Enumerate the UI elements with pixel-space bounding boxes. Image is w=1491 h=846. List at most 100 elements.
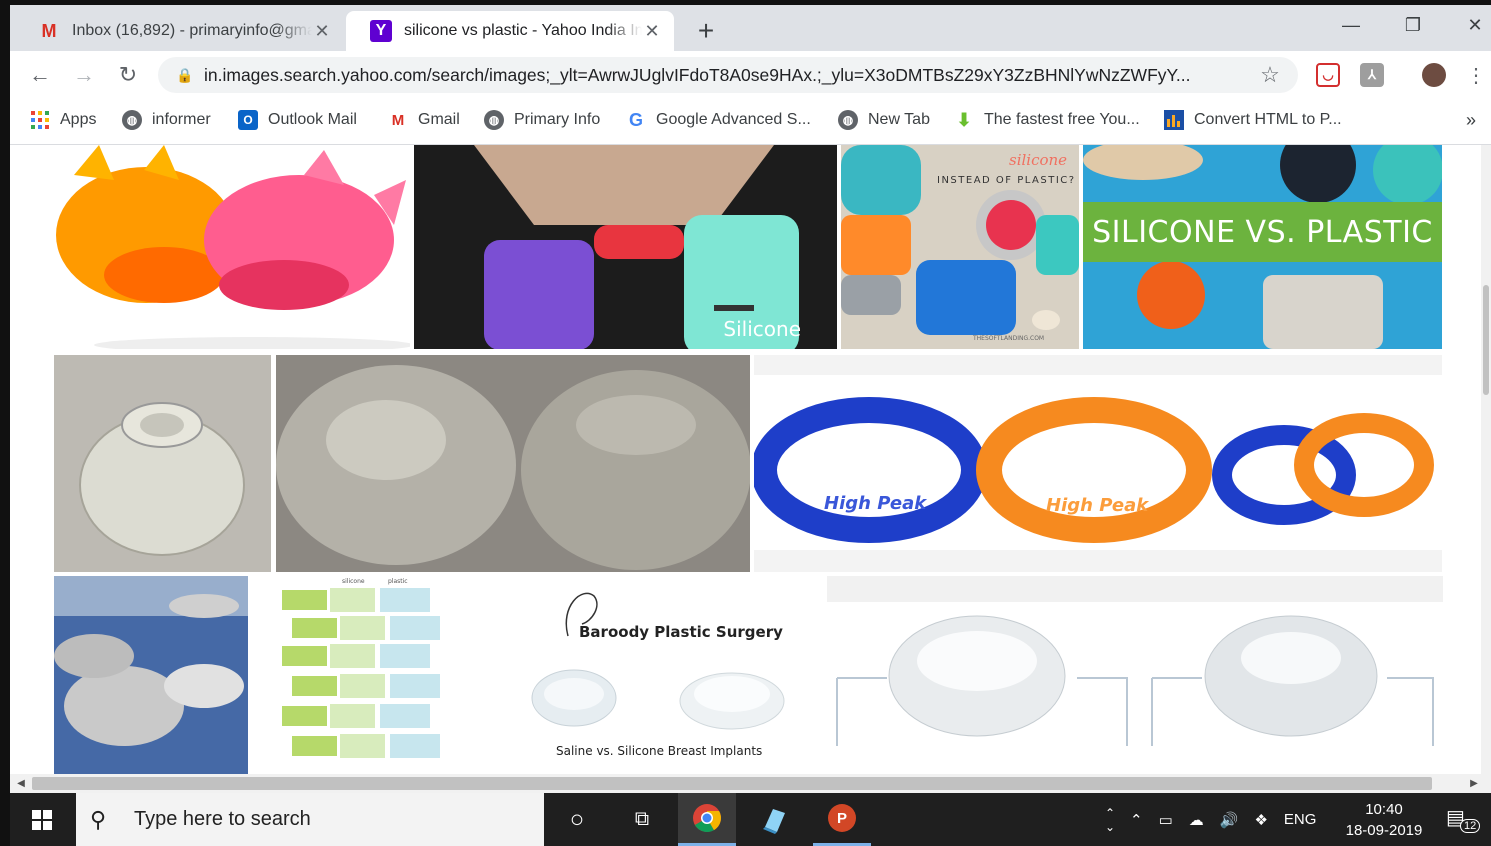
- tab-title: silicone vs plastic - Yahoo India Image …: [404, 22, 642, 39]
- dropbox-icon[interactable]: ❖: [1254, 811, 1267, 829]
- clock-time: 10:40: [1365, 801, 1403, 818]
- url-text[interactable]: in.images.search.yahoo.com/search/images…: [204, 65, 1256, 86]
- globe-icon: ◍: [838, 110, 858, 130]
- result-silicone-containers[interactable]: silicone INSTEAD OF PLASTIC? THESOFTLAND…: [841, 145, 1079, 349]
- battery-icon[interactable]: ▭: [1159, 811, 1173, 829]
- bookmark-outlook-mail[interactable]: O Outlook Mail: [238, 109, 357, 131]
- tab-strip: M Inbox (16,892) - primaryinfo@gmail.com…: [10, 5, 1491, 51]
- volume-icon[interactable]: 🔊: [1220, 811, 1239, 829]
- windows-taskbar: ⚲ Type here to search ○ ⧉ P ⌃ ⌄ ⌃ ▭ ☁ 🔊 ❖…: [10, 793, 1491, 846]
- chart-icon: [1164, 110, 1184, 130]
- new-tab-button[interactable]: +: [690, 15, 722, 47]
- result-implant-back[interactable]: [54, 355, 271, 572]
- result-silicone-vs-plastic-banner[interactable]: SILICONE VS. PLASTIC: [1083, 145, 1442, 349]
- vertical-scroll-thumb[interactable]: [1483, 285, 1489, 395]
- taskbar-scroll-icon[interactable]: ⌃ ⌄: [1100, 793, 1120, 846]
- result-baroody-implants[interactable]: Baroody Plastic Surgery Saline vs. Silic…: [482, 576, 826, 774]
- vertical-scrollbar[interactable]: [1481, 145, 1491, 774]
- profile-avatar[interactable]: [1422, 63, 1446, 87]
- bookmark-label: Primary Info: [514, 111, 601, 128]
- chrome-taskbar-icon[interactable]: [678, 793, 736, 846]
- bookmark-apps[interactable]: Apps: [30, 109, 96, 131]
- image-caption: INSTEAD OF PLASTIC?: [937, 175, 1076, 186]
- bookmark-fastest-free[interactable]: ⬇ The fastest free You...: [954, 109, 1140, 131]
- forward-button[interactable]: →: [68, 59, 100, 91]
- show-hidden-icons-icon[interactable]: ⌃: [1130, 811, 1143, 829]
- bookmark-convert-html[interactable]: Convert HTML to P...: [1164, 109, 1342, 131]
- browser-toolbar: ← → ↻ 🔒 in.images.search.yahoo.com/searc…: [10, 51, 1491, 99]
- restore-button[interactable]: ❐: [1382, 5, 1444, 45]
- clock[interactable]: 10:40 18-09-2019: [1336, 799, 1432, 841]
- back-button[interactable]: ←: [24, 59, 56, 91]
- lock-icon: 🔒: [176, 66, 194, 83]
- onedrive-icon[interactable]: ☁: [1189, 811, 1204, 829]
- result-implants-pair[interactable]: [276, 355, 750, 572]
- minimize-button[interactable]: —: [1320, 5, 1382, 45]
- image-caption: silicone: [1009, 151, 1068, 169]
- banner-strip: SILICONE VS. PLASTIC: [1083, 202, 1442, 262]
- browser-menu-icon[interactable]: ⋮: [1460, 59, 1491, 91]
- bookmark-google-advanced[interactable]: G Google Advanced S...: [626, 109, 811, 131]
- horizontal-scrollbar[interactable]: ◀ ▶: [10, 774, 1491, 793]
- image-caption: Silicone: [723, 317, 801, 341]
- result-phone-cases[interactable]: Silicone: [414, 145, 837, 349]
- gmail-icon: M: [41, 20, 57, 41]
- language-indicator[interactable]: ENG: [1284, 811, 1317, 828]
- bookmark-new-tab[interactable]: ◍ New Tab: [838, 109, 930, 131]
- bookmark-label: Convert HTML to P...: [1194, 111, 1342, 128]
- scroll-left-arrow[interactable]: ◀: [14, 776, 28, 790]
- start-button[interactable]: [10, 793, 74, 846]
- download-icon: ⬇: [956, 109, 972, 130]
- globe-icon: ◍: [122, 110, 142, 130]
- reload-button[interactable]: ↻: [112, 59, 144, 91]
- bookmark-star-icon[interactable]: ☆: [1256, 62, 1284, 88]
- result-implants-diagram[interactable]: [827, 576, 1443, 774]
- bookmark-label: The fastest free You...: [984, 111, 1140, 128]
- search-placeholder: Type here to search: [134, 808, 311, 830]
- result-wristbands[interactable]: High Peak High Peak: [754, 355, 1442, 572]
- search-icon: ⚲: [90, 806, 107, 832]
- result-oven-mitts[interactable]: [54, 145, 410, 349]
- bookmarks-overflow-icon[interactable]: »: [1466, 109, 1476, 131]
- yahoo-icon: Y: [370, 20, 392, 42]
- clinic-name: Baroody Plastic Surgery: [579, 623, 783, 641]
- image-caption: Saline vs. Silicone Breast Implants: [556, 744, 763, 758]
- tab-gmail-inbox[interactable]: M Inbox (16,892) - primaryinfo@gmail.com…: [14, 11, 344, 51]
- apps-grid-icon: [30, 110, 50, 130]
- powerpoint-taskbar-icon[interactable]: P: [813, 793, 871, 846]
- bookmark-label: Google Advanced S...: [656, 111, 811, 128]
- tab-yahoo-search[interactable]: Y silicone vs plastic - Yahoo India Imag…: [346, 11, 674, 51]
- image-caption: THESOFTLANDING.COM: [973, 335, 1045, 342]
- notifications-button[interactable]: ▤ 12: [1446, 805, 1481, 835]
- address-bar[interactable]: 🔒 in.images.search.yahoo.com/search/imag…: [158, 57, 1298, 93]
- app-taskbar-icon[interactable]: [745, 793, 803, 846]
- pdf-extension-icon[interactable]: ⅄: [1360, 63, 1384, 87]
- cortana-icon[interactable]: ○: [548, 793, 606, 846]
- google-icon: G: [628, 109, 643, 130]
- pocket-extension-icon[interactable]: ◡: [1316, 63, 1340, 87]
- horizontal-scroll-thumb[interactable]: [32, 777, 1432, 790]
- task-view-icon[interactable]: ⧉: [613, 793, 671, 846]
- bookmark-label: Gmail: [418, 111, 460, 128]
- bookmark-informer[interactable]: ◍ informer: [122, 109, 211, 131]
- window-close-button[interactable]: ✕: [1444, 5, 1491, 45]
- windows-logo-icon: [32, 809, 52, 830]
- notification-count: 12: [1460, 819, 1481, 833]
- banner-title: SILICONE VS. PLASTIC: [1092, 214, 1433, 250]
- image-caption: High Peak: [1046, 495, 1149, 516]
- bookmarks-bar: Apps ◍ informer O Outlook Mail M Gmail ◍…: [10, 99, 1491, 145]
- taskbar-search-box[interactable]: ⚲ Type here to search: [76, 793, 544, 846]
- result-implants-blue[interactable]: [54, 576, 248, 774]
- globe-icon: ◍: [484, 110, 504, 130]
- close-tab-icon[interactable]: ✕: [312, 21, 332, 42]
- bookmark-gmail[interactable]: M Gmail: [388, 109, 460, 131]
- scroll-right-arrow[interactable]: ▶: [1467, 776, 1481, 790]
- result-comparison-chart[interactable]: silicone plastic: [252, 576, 478, 774]
- browser-window: M Inbox (16,892) - primaryinfo@gmail.com…: [10, 5, 1491, 793]
- close-tab-icon[interactable]: ✕: [642, 21, 662, 42]
- bookmark-primary-info[interactable]: ◍ Primary Info: [484, 109, 600, 131]
- bookmark-label: New Tab: [868, 111, 930, 128]
- clock-date: 18-09-2019: [1345, 822, 1423, 839]
- image-results-grid: Silicone silicone INSTEAD OF PLASTIC? TH…: [10, 145, 1491, 774]
- system-tray: ⌃ ▭ ☁ 🔊 ❖ ENG: [1130, 793, 1316, 846]
